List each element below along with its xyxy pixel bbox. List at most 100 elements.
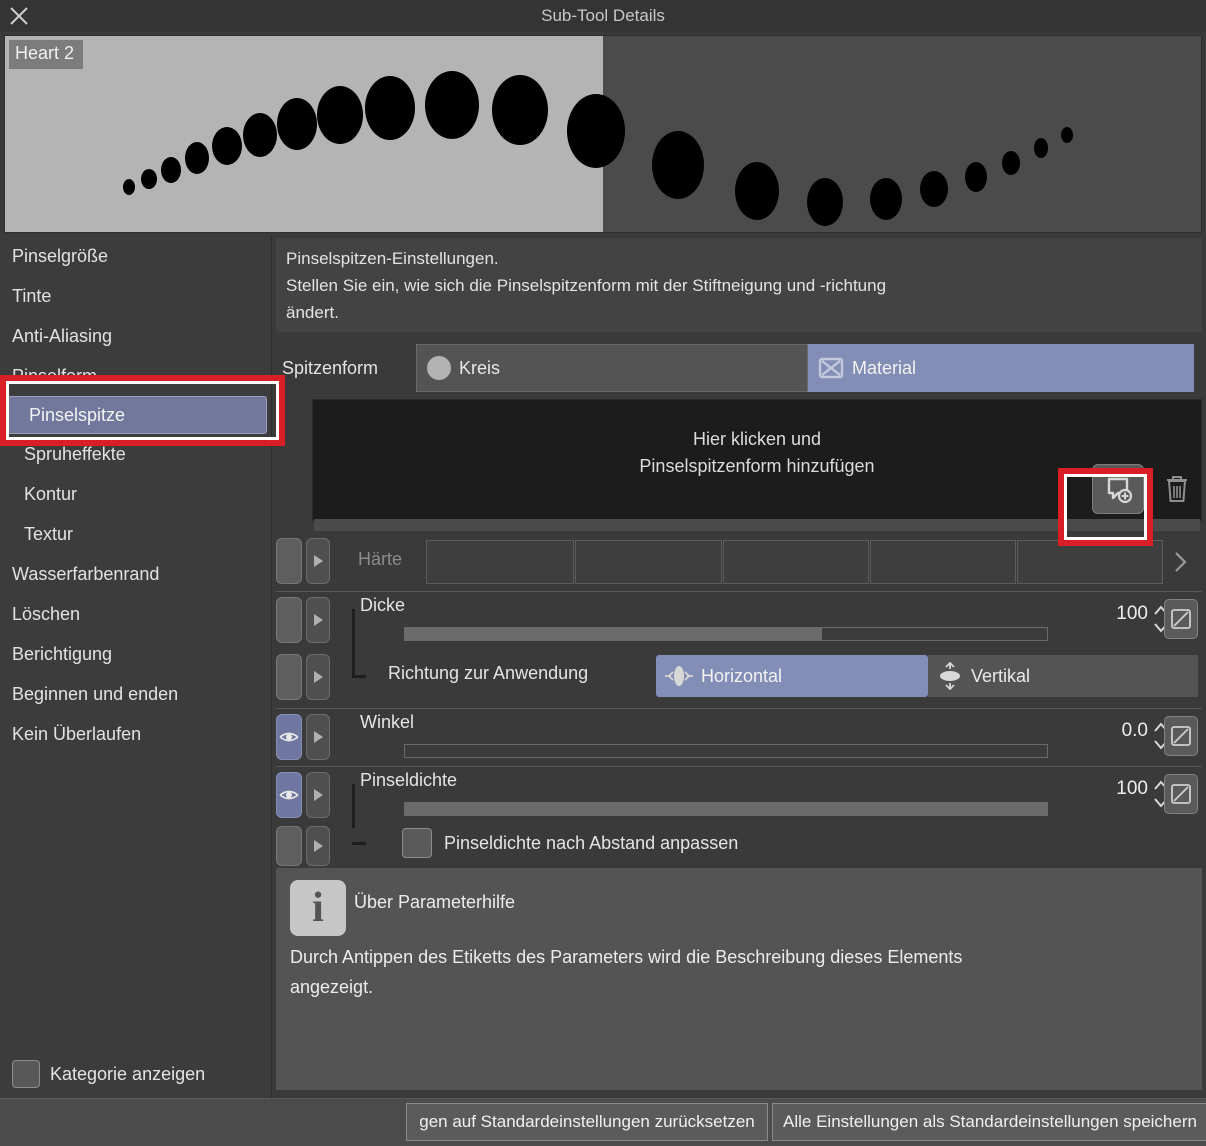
material-placeholder-icon	[818, 357, 844, 379]
haerte-swatch-1[interactable]	[426, 540, 574, 584]
tip-shape-caption: Spitzenform	[282, 358, 379, 378]
winkel-label[interactable]: Winkel	[360, 712, 414, 733]
dicke-slider[interactable]	[404, 627, 1048, 641]
horizontal-arrows-icon	[665, 666, 693, 686]
show-category-checkbox[interactable]	[12, 1060, 40, 1088]
parameter-help-body-line-1: Durch Antippen des Etiketts des Paramete…	[290, 947, 963, 967]
window-title: Sub-Tool Details	[541, 6, 665, 25]
haerte-swatch-2[interactable]	[575, 540, 722, 584]
divider	[276, 766, 1202, 767]
group-bracket-vert	[352, 649, 355, 677]
sidebar-item-kontur[interactable]: Kontur	[0, 474, 271, 514]
info-icon: i	[290, 880, 346, 936]
footer-bar: gen auf Standardeinstellungen zurücksetz…	[0, 1098, 1206, 1146]
save-as-defaults-button[interactable]: Alle Einstellungen als Standardeinstellu…	[772, 1103, 1206, 1141]
richtung-option-horizontal[interactable]: Horizontal	[656, 655, 928, 697]
haerte-swatch-5[interactable]	[1017, 540, 1163, 584]
sidebar-item-wasserfarbenrand[interactable]: Wasserfarbenrand	[0, 554, 271, 594]
abstand-toggle-button[interactable]	[276, 826, 302, 866]
brush-stroke-preview	[123, 71, 1073, 226]
reset-to-defaults-button[interactable]: gen auf Standardeinstellungen zurücksetz…	[406, 1103, 768, 1141]
sidebar-item-pinselgroesse[interactable]: Pinselgröße	[0, 236, 271, 276]
pinseldichte-slider-fill	[405, 803, 1047, 815]
material-hint: Hier klicken und Pinselspitzenform hinzu…	[313, 426, 1201, 480]
parameter-help-body: Durch Antippen des Etiketts des Paramete…	[290, 936, 1188, 1002]
sidebar-item-berichtigung[interactable]: Berichtigung	[0, 634, 271, 674]
parameter-help-title: Über Parameterhilfe	[354, 892, 516, 912]
richtung-expand-arrow[interactable]	[306, 654, 330, 700]
description-line-1: Pinselspitzen-Einstellungen.	[286, 249, 499, 268]
eye-icon	[279, 790, 299, 800]
dicke-reset-button[interactable]	[1164, 599, 1198, 639]
material-scrollbar[interactable]	[314, 519, 1200, 531]
winkel-slider[interactable]	[404, 744, 1048, 758]
richtung-label[interactable]: Richtung zur Anwendung	[388, 663, 588, 684]
haerte-toggle-button[interactable]	[276, 538, 302, 584]
sidebar-item-tinte[interactable]: Tinte	[0, 276, 271, 316]
pinseldichte-reset-button[interactable]	[1164, 774, 1198, 814]
sidebar-item-textur[interactable]: Textur	[0, 514, 271, 554]
tip-shape-kreis-label: Kreis	[459, 357, 501, 378]
reset-icon	[1171, 609, 1191, 629]
show-category-row[interactable]: Kategorie anzeigen	[0, 1050, 272, 1098]
abstand-checkbox[interactable]	[402, 828, 432, 858]
parameter-help-panel: i Über Parameterhilfe Durch Antippen des…	[276, 868, 1202, 1090]
richtung-toggle-button[interactable]	[276, 654, 302, 700]
brush-name-tag: Heart 2	[9, 40, 84, 69]
abstand-expand-arrow[interactable]	[306, 826, 330, 866]
brush-preview[interactable]: Heart 2	[4, 35, 1202, 233]
sidebar-item-pinselspitze[interactable]: Pinselspitze	[4, 396, 267, 434]
parameter-row-haerte: Härte	[276, 532, 1202, 590]
divider	[276, 591, 1202, 592]
tip-shape-row: Spitzenform Kreis Material	[272, 344, 1206, 392]
sidebar-item-anti-aliasing[interactable]: Anti-Aliasing	[0, 316, 271, 356]
dicke-label[interactable]: Dicke	[360, 595, 405, 616]
sidebar-item-pinselform[interactable]: Pinselform	[0, 356, 271, 396]
sidebar-item-spruheffekte[interactable]: Spruheffekte	[0, 434, 271, 474]
material-drop-area[interactable]: Hier klicken und Pinselspitzenform hinzu…	[312, 399, 1202, 521]
vertical-arrows-icon	[940, 662, 960, 690]
abstand-checkbox-row[interactable]: Pinseldichte nach Abstand anpassen	[402, 828, 738, 858]
haerte-expand-arrow[interactable]	[306, 538, 330, 584]
sidebar-item-loeschen[interactable]: Löschen	[0, 594, 271, 634]
parameter-row-pinseldichte-abstand: Pinseldichte nach Abstand anpassen	[276, 824, 1202, 868]
dicke-value[interactable]: 100	[1066, 603, 1148, 625]
sub-tool-details-window: Sub-Tool Details Heart 2 Pinselgröße Tin…	[0, 0, 1206, 1146]
material-hint-line-2: Pinselspitzenform hinzufügen	[639, 456, 875, 476]
delete-material-button[interactable]	[1152, 465, 1202, 513]
tip-shape-option-kreis[interactable]: Kreis	[416, 344, 808, 392]
abstand-label: Pinseldichte nach Abstand anpassen	[444, 832, 739, 853]
haerte-swatch-4[interactable]	[870, 540, 1016, 584]
settings-panel: Pinselspitzen-Einstellungen. Stellen Sie…	[272, 236, 1206, 1098]
parameter-row-dicke: Dicke 100	[276, 591, 1202, 653]
winkel-visibility-toggle[interactable]	[276, 714, 302, 760]
parameter-row-pinseldichte: Pinseldichte 100	[276, 766, 1202, 828]
dicke-slider-fill	[405, 628, 823, 640]
eye-icon	[279, 732, 299, 742]
haerte-swatch-3[interactable]	[723, 540, 869, 584]
pinseldichte-visibility-toggle[interactable]	[276, 772, 302, 818]
title-bar: Sub-Tool Details	[0, 0, 1206, 32]
dicke-expand-arrow[interactable]	[306, 597, 330, 643]
description-box: Pinselspitzen-Einstellungen. Stellen Sie…	[276, 238, 1202, 332]
sidebar-item-kein-ueberlaufen[interactable]: Kein Überlaufen	[0, 714, 271, 754]
description-line-2: Stellen Sie ein, wie sich die Pinselspit…	[286, 276, 887, 295]
winkel-value[interactable]: 0.0	[1066, 720, 1148, 742]
pinseldichte-expand-arrow[interactable]	[306, 772, 330, 818]
chevron-right-icon[interactable]	[1166, 540, 1194, 584]
add-material-button[interactable]	[1092, 464, 1144, 514]
pinseldichte-value[interactable]: 100	[1066, 778, 1148, 800]
haerte-label[interactable]: Härte	[358, 549, 402, 570]
pinseldichte-slider[interactable]	[404, 802, 1048, 816]
divider	[276, 708, 1202, 709]
description-line-3: ändert.	[286, 303, 339, 322]
parameter-help-body-line-2: angezeigt.	[290, 977, 374, 997]
richtung-option-vertikal[interactable]: Vertikal	[928, 655, 1198, 697]
winkel-reset-button[interactable]	[1164, 716, 1198, 756]
winkel-expand-arrow[interactable]	[306, 714, 330, 760]
sidebar-item-beginnen-und-enden[interactable]: Beginnen und enden	[0, 674, 271, 714]
pinseldichte-label[interactable]: Pinseldichte	[360, 770, 457, 791]
category-sidebar: Pinselgröße Tinte Anti-Aliasing Pinselfo…	[0, 236, 272, 1098]
dicke-toggle-button[interactable]	[276, 597, 302, 643]
tip-shape-option-material[interactable]: Material	[808, 344, 1194, 392]
